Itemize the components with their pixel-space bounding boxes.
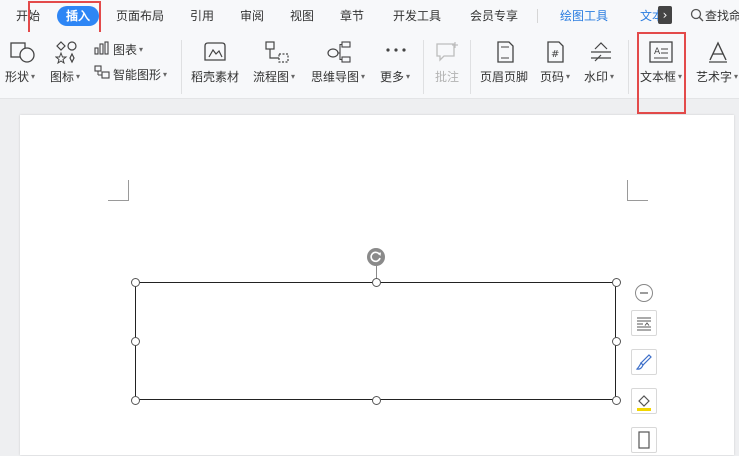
ribbon-divider xyxy=(423,40,424,94)
smart-shape-button[interactable]: 智能图形 ▾ xyxy=(113,66,167,83)
margin-corner-top-right xyxy=(627,180,648,201)
fill-color-button[interactable] xyxy=(631,388,657,414)
rotate-icon xyxy=(370,251,381,263)
shape-icon[interactable] xyxy=(8,40,36,64)
tab-member[interactable]: 会员专享 xyxy=(470,7,518,24)
highlight-textbox-button xyxy=(637,32,686,114)
tab-references[interactable]: 引用 xyxy=(190,7,214,24)
search-icon[interactable] xyxy=(690,8,704,22)
text-wrap-button[interactable] xyxy=(631,310,657,336)
watermark-icon[interactable] xyxy=(588,40,614,64)
resize-handle-bottom[interactable] xyxy=(372,396,381,405)
menu-tab-bar: 开始 插入 页面布局 引用 审阅 视图 章节 开发工具 会员专享 绘图工具 文本… xyxy=(0,0,739,32)
tab-divider xyxy=(537,9,538,23)
highlight-insert-tab xyxy=(28,1,101,34)
tab-drawing-tools[interactable]: 绘图工具 xyxy=(560,7,608,24)
mindmap-icon[interactable] xyxy=(326,40,352,64)
shape-button[interactable]: 形状 ▾ xyxy=(5,68,35,85)
svg-text:#: # xyxy=(551,49,559,60)
resize-handle-right[interactable] xyxy=(612,337,621,346)
ribbon-divider xyxy=(470,40,471,94)
rotate-handle[interactable] xyxy=(367,248,385,266)
fill-bucket-icon xyxy=(637,395,651,411)
tab-view[interactable]: 视图 xyxy=(290,7,314,24)
tab-developer[interactable]: 开发工具 xyxy=(393,7,441,24)
flowchart-icon[interactable] xyxy=(264,40,290,64)
header-footer-icon[interactable] xyxy=(494,40,516,64)
layout-icon xyxy=(638,431,650,449)
resize-handle-bottom-left[interactable] xyxy=(131,396,140,405)
chart-icon[interactable] xyxy=(94,41,110,55)
tab-review[interactable]: 审阅 xyxy=(240,7,264,24)
outline-color-button[interactable] xyxy=(631,349,657,375)
mindmap-button[interactable]: 思维导图 ▾ xyxy=(311,68,365,85)
tab-chapter[interactable]: 章节 xyxy=(340,7,364,24)
resize-handle-top-left[interactable] xyxy=(131,278,140,287)
header-footer-button[interactable]: 页眉页脚 xyxy=(480,68,528,85)
brush-icon xyxy=(635,354,652,370)
resize-handle-top[interactable] xyxy=(372,278,381,287)
resize-handle-top-right[interactable] xyxy=(612,278,621,287)
wordart-icon[interactable] xyxy=(706,40,730,64)
resize-handle-bottom-right[interactable] xyxy=(612,396,621,405)
icon-library-icon[interactable] xyxy=(55,40,79,64)
docer-material-icon[interactable] xyxy=(202,40,228,64)
more-button[interactable]: 更多 ▾ xyxy=(380,68,410,85)
flowchart-button[interactable]: 流程图 ▾ xyxy=(253,68,295,85)
ribbon-divider xyxy=(628,40,629,94)
margin-corner-top-left xyxy=(108,180,129,201)
text-wrap-icon xyxy=(637,317,651,331)
watermark-button[interactable]: 水印 ▾ xyxy=(584,68,614,85)
layout-options-button[interactable] xyxy=(631,427,657,453)
smart-shape-icon[interactable] xyxy=(94,65,110,79)
icon-button[interactable]: 图标 ▾ xyxy=(50,68,80,85)
chart-button[interactable]: 图表 ▾ xyxy=(113,41,143,58)
page-number-icon[interactable]: # xyxy=(544,40,566,64)
tab-page-layout[interactable]: 页面布局 xyxy=(116,7,164,24)
text-box[interactable] xyxy=(135,282,616,400)
minus-icon xyxy=(640,292,648,294)
resize-handle-left[interactable] xyxy=(131,337,140,346)
ribbon-divider xyxy=(181,40,182,94)
comment-icon xyxy=(436,42,458,62)
search-label[interactable]: 查找命 xyxy=(705,7,739,24)
comment-button: 批注 xyxy=(435,70,460,84)
more-icon[interactable] xyxy=(385,46,407,54)
docer-material-button[interactable]: 稻壳素材 xyxy=(191,68,239,85)
tab-scroll-right-button[interactable]: › xyxy=(658,6,672,24)
wordart-button[interactable]: 艺术字 ▾ xyxy=(696,68,738,85)
collapse-toolbar-button[interactable] xyxy=(635,284,653,302)
page-number-button[interactable]: 页码 ▾ xyxy=(540,68,570,85)
